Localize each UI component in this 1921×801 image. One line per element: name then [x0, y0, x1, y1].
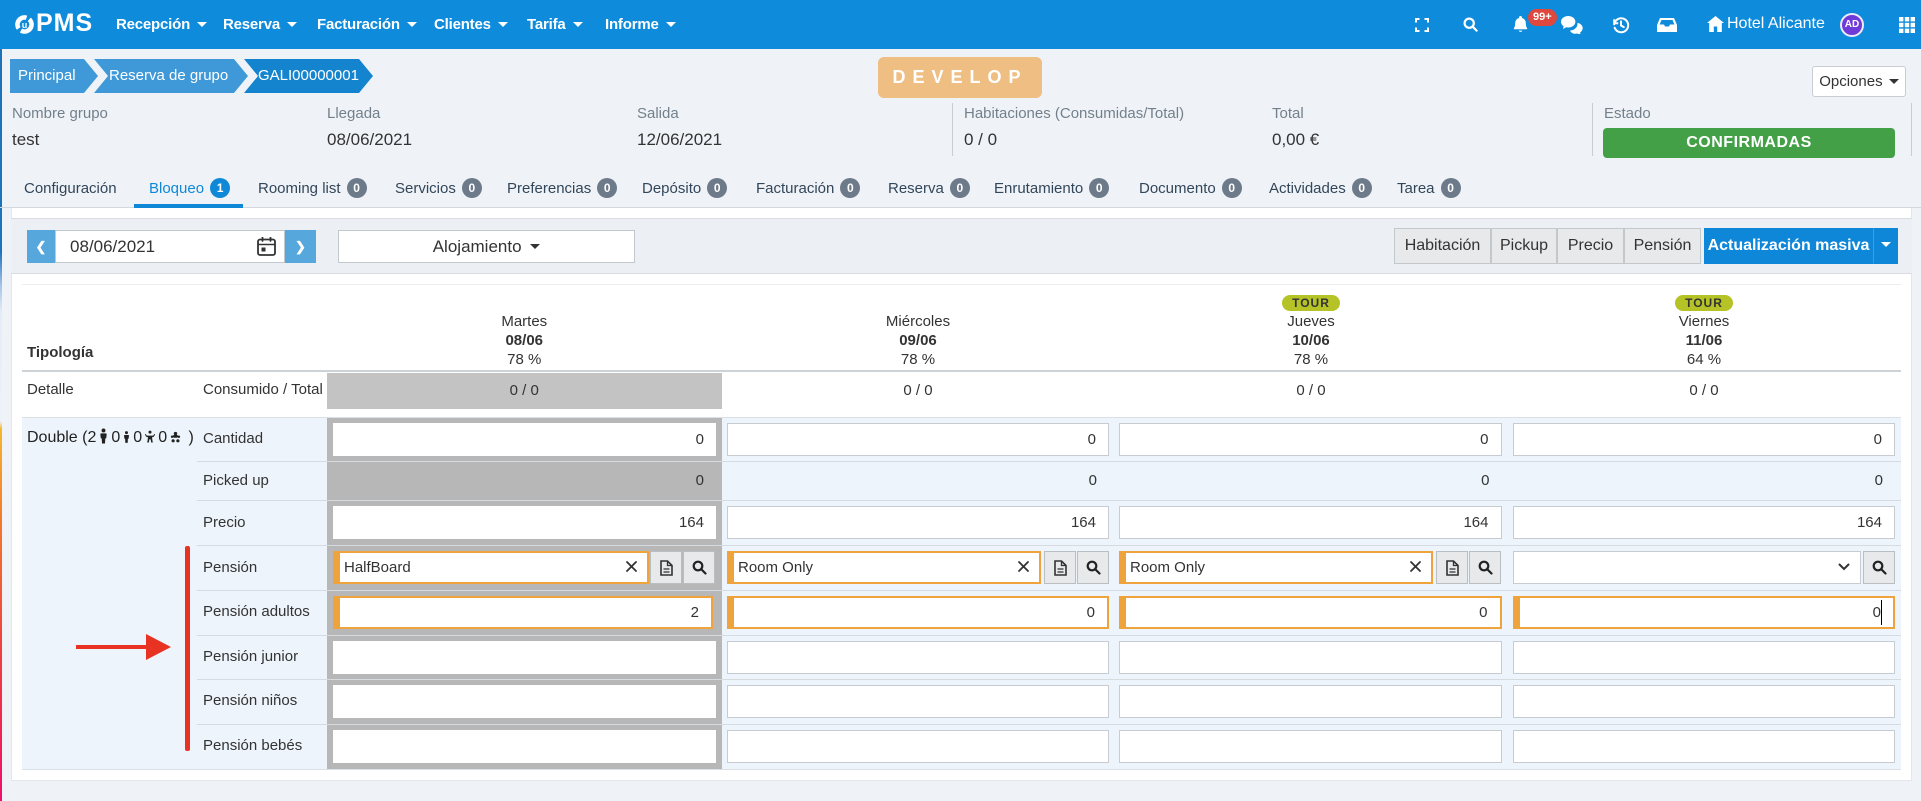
svg-text:u: u [22, 20, 28, 30]
